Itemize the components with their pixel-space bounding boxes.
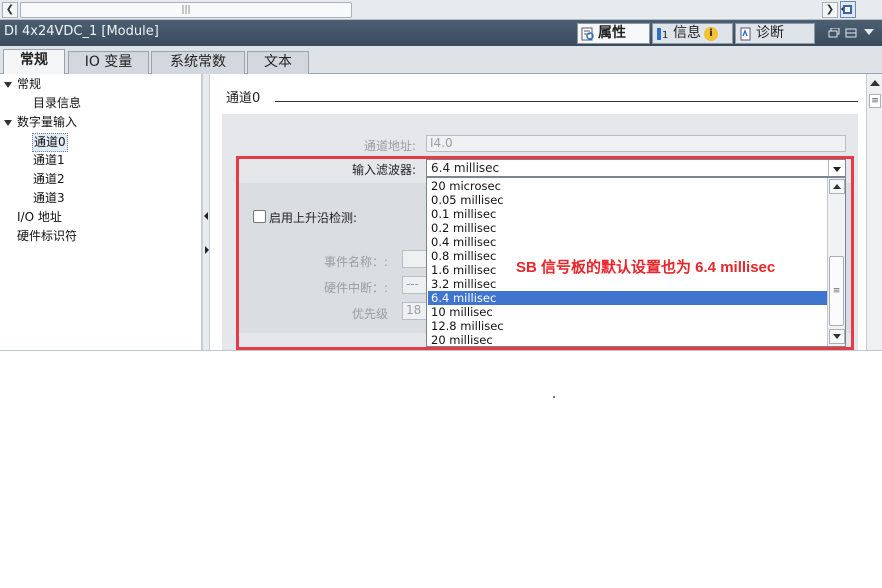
- channel-address-label: 通道地址:: [364, 139, 417, 153]
- tree-item-catalog-info[interactable]: 目录信息: [33, 95, 81, 112]
- inspector-title-bar: DI 4x24VDC_1 [Module] 属性 1 信息 i 诊断: [0, 20, 882, 46]
- expand-right-icon[interactable]: [205, 246, 209, 254]
- properties-icon: [581, 27, 594, 40]
- property-tabs: 常规 IO 变量 系统常数 文本: [0, 46, 882, 75]
- tree-item-digital-input[interactable]: 数字量输入: [17, 114, 77, 131]
- tab-properties[interactable]: 属性: [577, 23, 650, 44]
- tab-system-constants[interactable]: 系统常数: [151, 51, 245, 74]
- channel-address-field: I4.0: [426, 135, 846, 152]
- scroll-up-icon[interactable]: [870, 80, 880, 86]
- restore-window-icon[interactable]: [828, 27, 840, 38]
- tree-item-hardware-id[interactable]: 硬件标识符: [17, 228, 77, 245]
- top-horizontal-scrollbar[interactable]: ❮ ||| ❯: [0, 0, 882, 20]
- scroll-thumb[interactable]: ≡: [869, 94, 881, 108]
- expand-triangle-icon[interactable]: [4, 120, 12, 126]
- tab-properties-label: 属性: [598, 25, 626, 41]
- tab-diagnostics[interactable]: 诊断: [735, 23, 815, 44]
- chevron-left-icon: ❮: [5, 4, 15, 15]
- tree-item-channel0[interactable]: 通道0: [32, 133, 68, 152]
- content-scrollbar[interactable]: ≡: [866, 74, 882, 350]
- window-switch-icon: [841, 5, 852, 14]
- tab-diagnostics-label: 诊断: [756, 25, 784, 41]
- panel-bottom-border: [0, 350, 882, 351]
- tab-info-label: 信息: [673, 25, 701, 41]
- tree-item-channel1[interactable]: 通道1: [33, 152, 65, 169]
- scroll-thumb[interactable]: |||: [20, 2, 352, 18]
- tab-general[interactable]: 常规: [3, 49, 65, 75]
- annotation-text: SB 信号板的默认设置也为 6.4 millisec: [516, 259, 776, 276]
- info-icon: 1: [657, 27, 668, 41]
- collapse-left-icon[interactable]: [204, 212, 208, 220]
- tree-item-channel3[interactable]: 通道3: [33, 190, 65, 207]
- tab-info[interactable]: 1 信息 i: [652, 23, 733, 44]
- svg-text:1: 1: [662, 30, 668, 41]
- scroll-right-button[interactable]: ❯: [822, 2, 838, 18]
- section-divider: [275, 101, 858, 102]
- diagnostics-icon: [740, 27, 751, 40]
- panel-splitter[interactable]: [202, 74, 210, 350]
- scroll-thumb-grip: |||: [181, 5, 191, 15]
- tree-item-io-address[interactable]: I/O 地址: [17, 209, 62, 226]
- tree-item-channel2[interactable]: 通道2: [33, 171, 65, 188]
- window-menu-chevron-icon[interactable]: [864, 29, 874, 35]
- maximize-window-icon[interactable]: [845, 27, 857, 38]
- info-badge-icon: i: [704, 26, 718, 41]
- chevron-right-icon: ❯: [825, 4, 835, 15]
- stray-dot: [553, 396, 555, 398]
- section-title: 通道0: [226, 91, 261, 106]
- window-switch-button[interactable]: [840, 1, 856, 18]
- expand-triangle-icon[interactable]: [4, 82, 12, 88]
- highlight-box: [236, 156, 854, 350]
- tab-texts[interactable]: 文本: [247, 51, 309, 74]
- navigation-tree: 常规 目录信息 数字量输入 通道0 通道1 通道2 通道3 I/O 地址 硬件标…: [0, 74, 202, 350]
- scroll-left-button[interactable]: ❮: [2, 2, 18, 18]
- window-title: DI 4x24VDC_1 [Module]: [4, 24, 159, 39]
- tree-item-general[interactable]: 常规: [17, 76, 41, 93]
- tab-io-tags[interactable]: IO 变量: [68, 51, 149, 74]
